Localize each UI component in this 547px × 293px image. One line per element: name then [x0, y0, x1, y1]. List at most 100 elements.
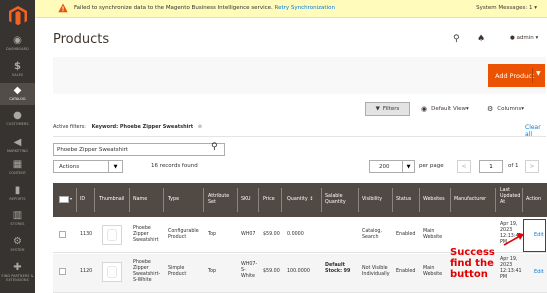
bar-chart-icon: ▮	[14, 185, 21, 196]
add-product-button[interactable]: Add Product ▼	[488, 64, 545, 87]
filter-divider	[53, 136, 546, 137]
nav-sales[interactable]: $ SALES	[0, 62, 35, 82]
page-number-input[interactable]: 1	[479, 160, 503, 173]
caret-down-icon: ▼	[108, 161, 122, 172]
nav-customers[interactable]: ● CUSTOMERS	[0, 111, 35, 131]
caret-down-icon[interactable]: ▼	[536, 70, 541, 77]
placeholder-image-icon	[107, 229, 117, 241]
nav-dashboard[interactable]: ◉ DASHBOARD	[0, 36, 35, 58]
page-count: of 1	[508, 163, 519, 169]
column-websites[interactable]: Websites	[423, 197, 445, 203]
column-type[interactable]: Type	[168, 197, 179, 203]
cell-visibility: Not Visible Individually	[362, 266, 390, 277]
column-sku[interactable]: SKU	[241, 197, 251, 203]
cell-price: $59.00	[263, 269, 280, 274]
placeholder-image-icon	[107, 266, 117, 278]
main-content: Failed to synchronize data to the Magent…	[35, 0, 547, 293]
cell-name: Phoebe Zipper Sweatshirt	[133, 226, 159, 243]
column-name[interactable]: Name	[133, 197, 147, 203]
banner-message: Failed to synchronize data to the Magent…	[74, 5, 335, 11]
default-view-dropdown[interactable]: ◉ Default View ▾	[421, 105, 469, 113]
column-separator	[522, 188, 523, 212]
column-quantity[interactable]: Quantity ↕	[287, 197, 313, 203]
magento-logo-icon	[8, 5, 27, 25]
column-separator	[419, 188, 420, 212]
nav-find-partners[interactable]: ✚ FIND PARTNERS & EXTENSIONS	[0, 263, 35, 291]
cube-icon: ◆	[13, 85, 22, 96]
records-count: 16 records found	[151, 163, 198, 169]
sort-arrow-icon: ↕	[307, 197, 314, 202]
eye-icon: ◉	[421, 105, 428, 113]
cell-websites: Main Website	[423, 229, 443, 240]
nav-reports[interactable]: ▮ REPORTS	[0, 186, 35, 206]
chevron-down-icon[interactable]: ▾	[70, 196, 72, 202]
column-id[interactable]: ID	[80, 197, 85, 203]
search-icon[interactable]: ⚲	[211, 142, 218, 152]
product-thumbnail[interactable]	[102, 262, 122, 282]
keyword-search-input[interactable]: Phoebe Zipper Sweatshirt	[53, 143, 225, 156]
nav-catalog[interactable]: ◆ CATALOG	[0, 83, 35, 105]
magento-admin: ◉ DASHBOARD $ SALES ◆ CATALOG ● CUSTOMER…	[0, 0, 547, 293]
active-filters: Active filters: Keyword: Phoebe Zipper S…	[53, 124, 202, 130]
page-actions-bar	[53, 57, 546, 94]
edit-link[interactable]: Edit	[534, 269, 544, 275]
chevron-down-icon: ▾	[534, 5, 537, 11]
previous-page-button[interactable]: <	[457, 160, 471, 173]
column-status[interactable]: Status	[396, 197, 411, 203]
column-separator	[237, 188, 238, 212]
column-separator	[94, 188, 95, 212]
speedometer-icon: ◉	[13, 35, 22, 46]
sync-warning-banner: Failed to synchronize data to the Magent…	[35, 0, 547, 18]
cell-id: 1120	[80, 269, 93, 274]
dollar-icon: $	[14, 61, 21, 72]
chevron-down-icon: ▾	[521, 106, 524, 112]
next-page-button[interactable]: >	[525, 160, 539, 173]
column-last-updated[interactable]: Last Updated At	[500, 188, 524, 206]
nav-content[interactable]: ▦ CONTENT	[0, 160, 35, 180]
system-messages-toggle[interactable]: System Messages: 1 ▾	[476, 5, 537, 11]
remove-filter-icon[interactable]: ⊗	[198, 124, 202, 130]
cell-quantity: 100.0000	[287, 269, 310, 274]
warning-icon	[58, 3, 68, 13]
columns-dropdown[interactable]: ⚙ Columns ▾	[487, 105, 524, 113]
split-divider	[532, 68, 533, 83]
annotation-arrow-icon	[503, 233, 524, 246]
column-price[interactable]: Price	[263, 197, 275, 203]
column-separator	[321, 188, 322, 212]
column-action: Action	[526, 197, 542, 202]
retry-sync-link[interactable]: Retry Synchronization	[275, 5, 335, 11]
column-manufacturer[interactable]: Manufacturer	[454, 197, 486, 203]
cell-type: Simple Product	[168, 266, 187, 277]
cell-sku: WH07	[241, 232, 256, 237]
magento-logo[interactable]	[0, 0, 35, 31]
column-separator	[358, 188, 359, 212]
column-separator	[450, 188, 451, 212]
row-checkbox[interactable]	[59, 268, 66, 275]
admin-sidebar: ◉ DASHBOARD $ SALES ◆ CATALOG ● CUSTOMER…	[0, 0, 35, 293]
per-page-select[interactable]: 200 ▼	[369, 160, 415, 173]
bell-icon[interactable]: ♠	[477, 34, 485, 44]
cell-attribute-set: Top	[208, 269, 217, 274]
gear-icon: ⚙	[487, 105, 494, 113]
cell-id: 1130	[80, 232, 93, 237]
nav-system[interactable]: ⚙ SYSTEM	[0, 237, 35, 257]
active-filter-keyword: Keyword: Phoebe Zipper Sweatshirt	[91, 124, 194, 130]
person-icon: ●	[13, 110, 22, 121]
nav-stores[interactable]: ▥ STORES	[0, 211, 35, 231]
nav-marketing[interactable]: ◀ MARKETING	[0, 138, 35, 158]
row-checkbox[interactable]	[59, 231, 66, 238]
page-title: Products	[53, 32, 110, 47]
mass-actions-select[interactable]: Actions ▼	[53, 160, 123, 173]
caret-down-icon: ▼	[402, 161, 414, 172]
column-visibility[interactable]: Visibility	[362, 197, 382, 203]
column-attribute-set[interactable]: Attribute Set	[208, 194, 236, 206]
chevron-down-icon: ▾	[535, 35, 539, 41]
search-icon[interactable]: ⚲	[453, 34, 460, 44]
cell-status: Enabled	[396, 269, 416, 274]
megaphone-icon: ◀	[13, 137, 22, 148]
product-thumbnail[interactable]	[102, 225, 122, 245]
select-all-checkbox[interactable]	[59, 196, 69, 203]
admin-user-menu[interactable]: ● admin ▾	[510, 35, 538, 41]
filters-button[interactable]: ▼ Filters	[365, 102, 410, 116]
cell-salable-quantity: Default Stock: 99	[325, 263, 351, 274]
